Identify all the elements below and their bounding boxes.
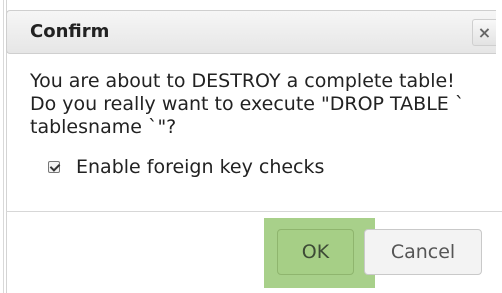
- foreign-key-checkbox-row[interactable]: Enable foreign key checks: [48, 156, 324, 178]
- foreign-key-checkbox[interactable]: [48, 161, 60, 173]
- cancel-button[interactable]: Cancel: [364, 229, 482, 275]
- dialog-message: You are about to DESTROY a complete tabl…: [30, 70, 465, 138]
- ok-button[interactable]: OK: [277, 229, 354, 275]
- page-edge-line: [3, 0, 4, 293]
- dialog-title: Confirm: [30, 21, 110, 42]
- foreign-key-checkbox-label: Enable foreign key checks: [76, 156, 325, 178]
- dialog-divider: [6, 211, 502, 212]
- dialog-titlebar: Confirm ×: [6, 10, 496, 54]
- close-icon[interactable]: ×: [472, 19, 496, 46]
